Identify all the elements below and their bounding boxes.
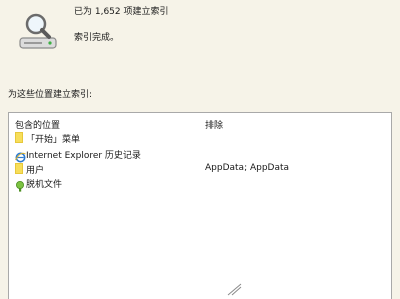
resize-grip-icon[interactable] — [226, 282, 242, 296]
indexing-options-window: 已为 1,652 项建立索引 索引完成。 为这些位置建立索引: 包含的位置 排除… — [0, 0, 400, 299]
list-item-internet-explorer-history[interactable]: Internet Explorer 历史记录 — [13, 147, 389, 163]
indexing-status-message: 索引完成。 — [74, 33, 120, 43]
offline-files-icon — [15, 177, 26, 192]
folder-icon — [15, 132, 26, 144]
folder-icon — [15, 163, 26, 175]
index-locations-label: 为这些位置建立索引: — [8, 90, 93, 100]
internet-explorer-icon — [15, 148, 26, 163]
list-item-start-menu[interactable]: 「开始」菜单 — [13, 131, 389, 145]
location-name: 脱机文件 — [26, 180, 63, 190]
column-header-included[interactable]: 包含的位置 — [15, 118, 60, 131]
index-locations-list[interactable]: 包含的位置 排除 「开始」菜单 Internet Explorer 历史记录 用… — [8, 112, 392, 299]
indexed-count-text: 已为 1,652 项建立索引 — [74, 7, 169, 17]
column-header-excluded[interactable]: 排除 — [205, 118, 223, 131]
location-name: 用户 — [26, 166, 45, 176]
location-name: 「开始」菜单 — [26, 135, 81, 145]
location-name: Internet Explorer 历史记录 — [26, 151, 141, 161]
magnifier-over-drive-icon — [19, 13, 57, 49]
list-item-offline-files[interactable]: 脱机文件 — [13, 176, 389, 192]
location-exclusions: AppData; AppData — [205, 163, 290, 173]
list-item-users[interactable]: 用户 AppData; AppData — [13, 162, 389, 176]
